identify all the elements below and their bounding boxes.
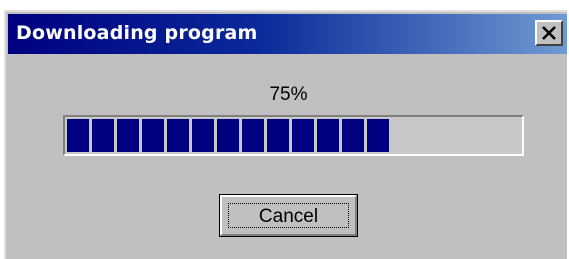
download-dialog: Downloading program 75% Cancel (4, 10, 567, 259)
progress-block (292, 119, 314, 152)
cancel-button[interactable]: Cancel (219, 194, 358, 237)
progress-block (317, 119, 339, 152)
progress-block (242, 119, 264, 152)
progress-block (367, 119, 389, 152)
close-button[interactable] (535, 20, 563, 46)
progress-block (267, 119, 289, 152)
progress-block (342, 119, 364, 152)
progress-block (167, 119, 189, 152)
progress-block (192, 119, 214, 152)
progress-block (117, 119, 139, 152)
progress-block (92, 119, 114, 152)
window-title: Downloading program (16, 22, 258, 44)
progress-block (142, 119, 164, 152)
progress-bar (63, 115, 524, 156)
progress-percent: 75% (269, 84, 308, 105)
progress-block (217, 119, 239, 152)
title-bar[interactable]: Downloading program (8, 14, 567, 54)
close-icon (542, 26, 556, 40)
progress-block (67, 119, 89, 152)
cancel-button-label: Cancel (258, 206, 319, 227)
cancel-button-bevel: Cancel (220, 195, 357, 236)
